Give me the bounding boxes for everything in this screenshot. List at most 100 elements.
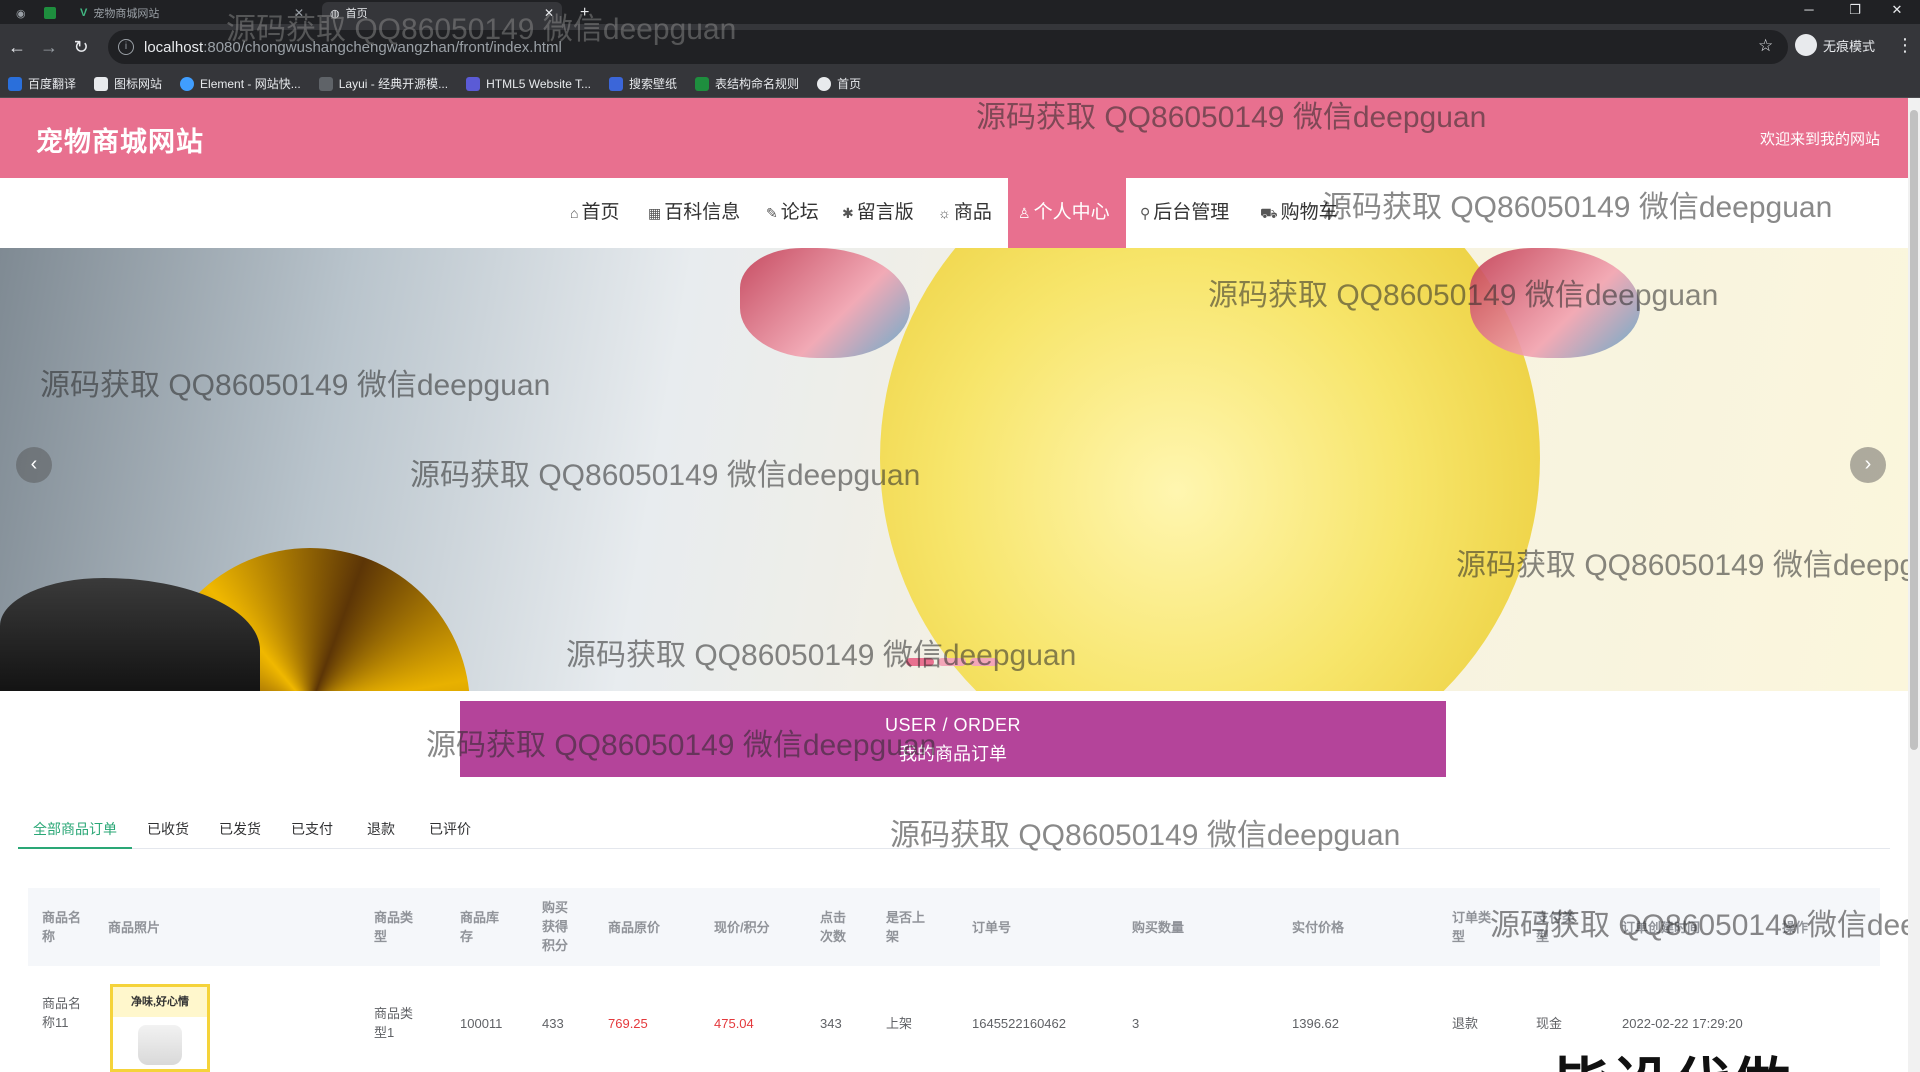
page-scrollbar[interactable] (1908, 98, 1920, 1072)
spreadsheet-tab-icon[interactable] (36, 2, 64, 24)
section-title-en: USER / ORDER (884, 715, 1022, 735)
forward-icon[interactable]: → (36, 34, 62, 60)
html5-icon (466, 76, 481, 91)
nav-admin[interactable]: ⚲ 后台管理 (1130, 178, 1239, 248)
main-nav: ⌂ 首页 ▦ 百科信息 ✎ 论坛 ✱ 留言版 ☼ 商品 ♙ 个人中心 ⚲ 后台管理 ⛟ 购物车 (0, 178, 1908, 248)
profile-button[interactable]: 无痕模式 (1795, 34, 1875, 56)
bookmark-item[interactable]: 首页 (817, 75, 861, 92)
tab-title: 首页 (345, 8, 368, 20)
bookmark-item[interactable]: Layui - 经典开源模... (318, 75, 449, 92)
tab-paid[interactable]: 已支付 (276, 815, 348, 849)
globe-icon (817, 76, 832, 91)
bookmark-item[interactable]: 图标网站 (94, 75, 162, 92)
bookmarks-bar: 百度翻译 图标网站 Element - 网站快... Layui - 经典开源模… (0, 70, 1920, 98)
column-header: 购买获得积分 (542, 900, 569, 953)
tab-home[interactable]: ◍ 首页 ✕ (322, 2, 562, 24)
fairy-illustration (1470, 248, 1640, 358)
clicks-cell: 343 (820, 1016, 842, 1031)
tab-pet-mall[interactable]: V 宠物商城网站 ✕ (72, 2, 312, 24)
bookmark-item[interactable]: Element - 网站快... (180, 75, 301, 92)
bookmark-item[interactable]: 百度翻译 (8, 75, 76, 92)
bookmark-label: Element - 网站快... (200, 77, 301, 91)
back-icon[interactable]: ← (4, 34, 30, 60)
home-icon: ⌂ (570, 205, 579, 221)
tab-reviewed[interactable]: 已评价 (414, 815, 486, 849)
address-bar[interactable]: i localhost:8080/chongwushangchengwangzh… (108, 30, 1788, 64)
product-photo[interactable]: 净味,好心情 (110, 984, 210, 1072)
hero-carousel[interactable]: ‹ › (0, 248, 1908, 691)
nav-encyclopedia[interactable]: ▦ 百科信息 (638, 178, 750, 248)
nav-label: 后台管理 (1153, 202, 1230, 223)
promo-overlay-text: 毕设代做 (1552, 1038, 1792, 1072)
column-header: 现价/积分 (714, 920, 770, 935)
column-header: 是否上架 (886, 910, 926, 944)
nav-label: 购物车 (1280, 202, 1338, 223)
nav-home[interactable]: ⌂ 首页 (560, 178, 629, 248)
product-container-illustration (138, 1025, 182, 1065)
paid-price-cell: 1396.62 (1292, 1016, 1339, 1031)
close-icon[interactable]: ✕ (544, 6, 554, 20)
product-photo-caption: 净味,好心情 (113, 987, 207, 1017)
profile-label: 无痕模式 (1823, 38, 1876, 54)
tab-refund[interactable]: 退款 (352, 815, 410, 849)
carousel-dot[interactable] (938, 658, 966, 666)
minimize-icon[interactable]: ─ (1786, 2, 1832, 17)
sun-icon: ☼ (938, 205, 951, 221)
bookmark-item[interactable]: 表结构命名规则 (695, 75, 799, 92)
tab-shipped[interactable]: 已发货 (204, 815, 276, 849)
nav-cart[interactable]: ⛟ 购物车 (1250, 178, 1348, 248)
new-tab-button[interactable]: + (572, 2, 597, 24)
url-host: localhost (144, 38, 204, 56)
reload-icon[interactable]: ↻ (68, 34, 94, 60)
carousel-prev-icon[interactable]: ‹ (16, 447, 52, 483)
close-icon[interactable]: ✕ (294, 6, 304, 20)
column-header: 实付价格 (1292, 920, 1345, 935)
restore-icon[interactable]: ❐ (1832, 2, 1878, 18)
scrollbar-thumb[interactable] (1910, 110, 1918, 750)
tag-icon: ✎ (766, 205, 778, 221)
tab-title: 宠物商城网站 (93, 8, 160, 20)
bookmark-label: 首页 (837, 77, 862, 91)
nav-user-center[interactable]: ♙ 个人中心 (1008, 178, 1126, 248)
site-info-icon[interactable]: i (118, 39, 134, 55)
stock-cell: 100011 (460, 1016, 503, 1031)
order-tabs: 全部商品订单 已收货 已发货 已支付 退款 已评价 (18, 815, 1890, 849)
nav-label: 留言版 (856, 202, 914, 223)
asterisk-icon: ✱ (842, 205, 854, 221)
carousel-next-icon[interactable]: › (1850, 447, 1886, 483)
carousel-dot[interactable] (970, 658, 998, 666)
menu-dots-icon[interactable]: ⋮ (1896, 35, 1914, 56)
browser-tab-strip: ◉ V 宠物商城网站 ✕ ◍ 首页 ✕ + ─ ❐ ✕ (0, 0, 1920, 24)
nav-label: 百科信息 (664, 202, 741, 223)
nav-label: 商品 (953, 202, 992, 223)
close-window-icon[interactable]: ✕ (1874, 2, 1920, 18)
current-price-cell: 475.04 (714, 1016, 754, 1031)
column-header: 商品名称 (42, 910, 82, 944)
nav-label: 首页 (581, 202, 620, 223)
grid-icon: ▦ (648, 205, 662, 221)
bookmark-item[interactable]: 搜索壁纸 (609, 75, 677, 92)
carousel-indicators (906, 658, 998, 666)
site-title[interactable]: 宠物商城网站 (36, 120, 204, 159)
column-header: 商品类型 (374, 910, 414, 944)
column-header: 订单类型 (1452, 910, 1492, 944)
wallpaper-icon (609, 76, 624, 91)
nav-label: 个人中心 (1033, 202, 1110, 223)
bookmark-item[interactable]: HTML5 Website T... (466, 76, 591, 91)
order-number-cell: 1645522160462 (972, 1016, 1066, 1031)
link-icon: ⚲ (1140, 205, 1151, 221)
carousel-dot[interactable] (906, 658, 934, 666)
nav-messages[interactable]: ✱ 留言版 (832, 178, 924, 248)
user-icon: ♙ (1018, 205, 1031, 221)
bookmark-label: 图标网站 (114, 77, 163, 91)
nav-forum[interactable]: ✎ 论坛 (756, 178, 829, 248)
cart-icon: ⛟ (1260, 205, 1278, 221)
tab-all-orders[interactable]: 全部商品订单 (18, 815, 132, 849)
column-header: 商品原价 (608, 920, 661, 935)
bookmark-star-icon[interactable]: ☆ (1758, 36, 1773, 56)
bookmark-label: Layui - 经典开源模... (338, 77, 449, 91)
nav-products[interactable]: ☼ 商品 (928, 178, 1002, 248)
tab-received[interactable]: 已收货 (132, 815, 204, 849)
column-header: 订单号 (972, 920, 1012, 935)
element-icon (180, 76, 195, 91)
